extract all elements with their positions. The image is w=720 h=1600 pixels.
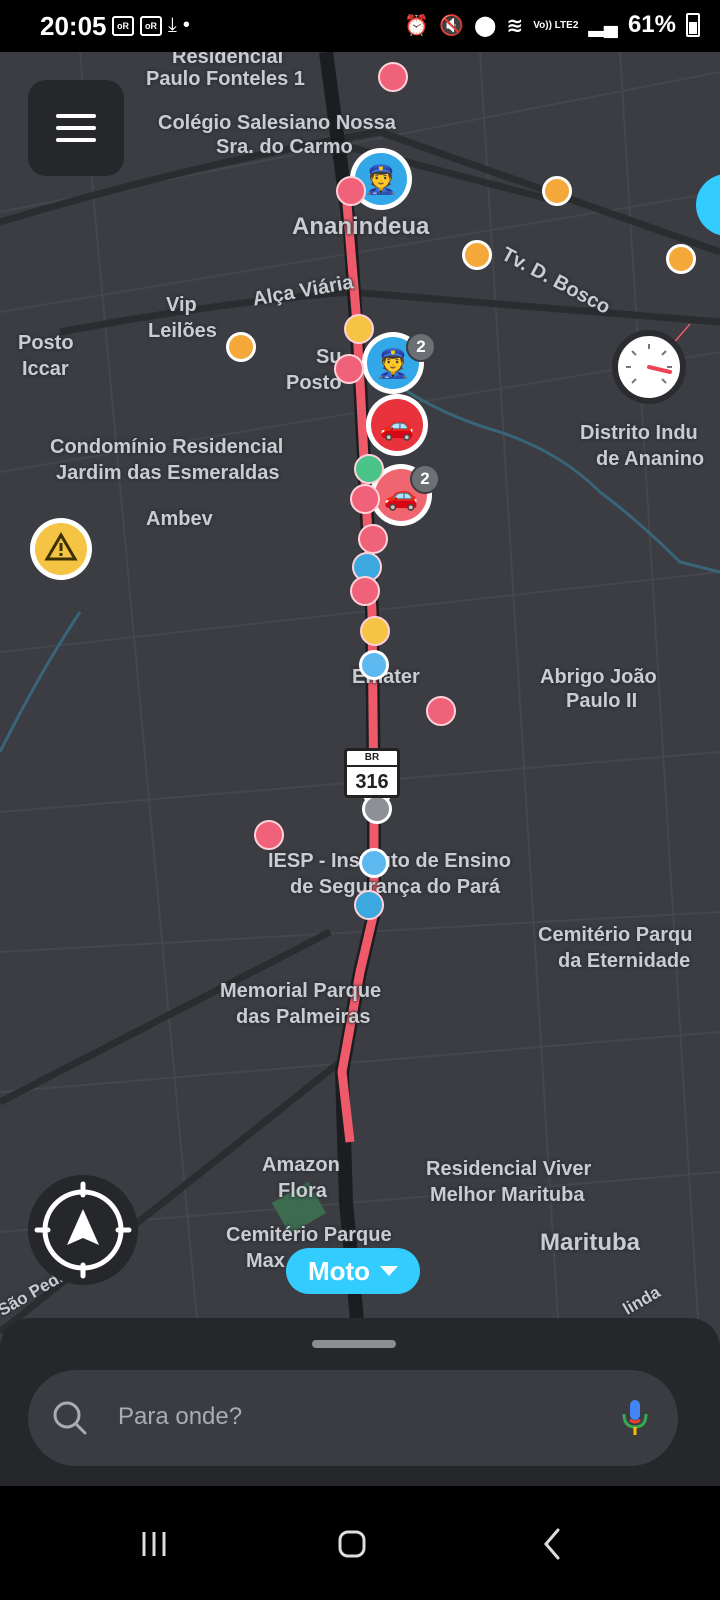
- map-label: Jardim das Esmeraldas: [56, 462, 280, 484]
- map-label: Condomínio Residencial: [50, 436, 284, 458]
- wazer-icon[interactable]: [360, 616, 390, 646]
- place-pin[interactable]: [462, 240, 492, 270]
- traffic-report-marker[interactable]: 🚗: [366, 394, 428, 456]
- map-label: de Segurança do Pará: [290, 876, 501, 898]
- map-view[interactable]: Residencial Paulo Fonteles 1 Colégio Sal…: [0, 52, 720, 1352]
- chevron-down-icon: [380, 1266, 399, 1276]
- map-label: Paulo II: [566, 690, 638, 712]
- route-dot: [362, 794, 392, 824]
- map-label: Max: [246, 1250, 285, 1272]
- location-arrow-icon: [34, 1181, 132, 1279]
- map-label: Abrigo João: [540, 666, 657, 688]
- system-navigation-bar: [0, 1486, 720, 1600]
- bottom-sheet[interactable]: Para onde?: [0, 1318, 720, 1486]
- vehicle-type-label: Moto: [307, 1255, 371, 1286]
- wazer-icon[interactable]: [350, 576, 380, 606]
- map-label: Cemitério Parque: [226, 1224, 392, 1246]
- map-label: Posto: [18, 332, 74, 354]
- alarm-icon: ⏰: [404, 14, 430, 37]
- map-label: Paulo Fonteles 1: [146, 68, 305, 90]
- wazer-icon[interactable]: [354, 454, 384, 484]
- notification-icons: oR oR ⤓ •: [112, 14, 190, 37]
- map-label: Flora: [278, 1180, 327, 1202]
- report-count-badge: 2: [410, 464, 440, 494]
- warning-icon: [35, 523, 87, 575]
- status-bar: 20:05 oR oR ⤓ • ⏰ 🔇 ⬤ ≋ Vo)) LTE2 ▂▄ 61%: [0, 0, 720, 52]
- route-shield: BR 316: [344, 748, 400, 798]
- map-label: Iccar: [22, 358, 69, 380]
- map-label: Residencial Viver: [426, 1158, 592, 1180]
- report-count-badge: 2: [406, 332, 436, 362]
- system-icons: ⏰ 🔇 ⬤ ≋ Vo)) LTE2 ▂▄ 61%: [404, 11, 700, 39]
- search-input[interactable]: Para onde?: [118, 1403, 242, 1431]
- wazer-icon[interactable]: [354, 890, 384, 920]
- back-icon[interactable]: [522, 1514, 582, 1574]
- speedometer-icon[interactable]: [612, 330, 686, 404]
- mute-icon: 🔇: [439, 14, 465, 37]
- map-label: Melhor Marituba: [430, 1184, 585, 1206]
- hazard-report-marker[interactable]: [30, 518, 92, 580]
- map-label: das Palmeiras: [236, 1006, 371, 1028]
- home-icon[interactable]: [322, 1514, 382, 1574]
- map-label: Cemitério Parqu: [538, 924, 693, 946]
- search-bar[interactable]: Para onde?: [28, 1370, 678, 1466]
- network-label: Vo)) LTE2: [533, 19, 579, 31]
- map-label: Posto: [286, 372, 342, 394]
- map-label: Ananindeua: [292, 213, 430, 240]
- location-icon: ⬤: [474, 14, 497, 37]
- traffic-jam-icon: 🚗: [371, 399, 423, 451]
- notification-icon: oR: [140, 15, 162, 36]
- hamburger-icon: [56, 114, 96, 118]
- map-label: Marituba: [540, 1229, 641, 1256]
- wazer-icon[interactable]: [344, 314, 374, 344]
- wazer-icon[interactable]: [426, 696, 456, 726]
- hamburger-icon: [56, 138, 96, 142]
- map-label: de Ananino: [596, 448, 705, 470]
- map-label: Ambev: [146, 508, 213, 530]
- map-label: da Eternidade: [558, 950, 691, 972]
- vehicle-type-selector[interactable]: Moto: [286, 1248, 420, 1294]
- map-label: IESP - Instituto de Ensino: [268, 850, 511, 872]
- status-time: 20:05: [40, 11, 107, 41]
- menu-button[interactable]: [28, 80, 124, 176]
- wazer-icon[interactable]: [350, 484, 380, 514]
- map-label: Memorial Parque: [220, 980, 382, 1002]
- map-label: Sra. do Carmo: [216, 136, 353, 158]
- map-label: Distrito Indu: [580, 422, 698, 444]
- notification-icon: oR: [112, 15, 134, 36]
- dot-icon: •: [182, 14, 190, 36]
- map-label: Colégio Salesiano Nossa: [158, 112, 396, 134]
- route-dot: [359, 650, 389, 680]
- wazer-icon[interactable]: [254, 820, 284, 850]
- wifi-icon: ≋: [506, 14, 524, 37]
- route-shield-number: 316: [355, 771, 389, 793]
- signal-icon: ▂▄: [588, 14, 618, 37]
- map-label: Vip: [166, 294, 197, 316]
- sheet-drag-handle[interactable]: [312, 1340, 396, 1348]
- route-dot: [359, 848, 389, 878]
- place-pin[interactable]: [226, 332, 256, 362]
- wazer-icon[interactable]: [336, 176, 366, 206]
- hamburger-icon: [56, 126, 96, 130]
- recent-apps-icon[interactable]: [124, 1514, 184, 1574]
- place-pin[interactable]: [542, 176, 572, 206]
- map-label: Amazon: [262, 1154, 340, 1176]
- battery-icon: [686, 13, 700, 37]
- place-pin[interactable]: [666, 244, 696, 274]
- download-icon: ⤓: [168, 14, 177, 36]
- search-icon: [53, 1401, 87, 1435]
- wazer-icon[interactable]: [334, 354, 364, 384]
- wazer-icon[interactable]: [378, 62, 408, 92]
- route-shield-prefix: BR: [347, 751, 397, 767]
- map-label: Leilões: [148, 320, 217, 342]
- battery-percent: 61%: [627, 11, 676, 38]
- recenter-button[interactable]: [28, 1175, 138, 1285]
- wazer-icon[interactable]: [358, 524, 388, 554]
- microphone-icon[interactable]: [620, 1398, 650, 1438]
